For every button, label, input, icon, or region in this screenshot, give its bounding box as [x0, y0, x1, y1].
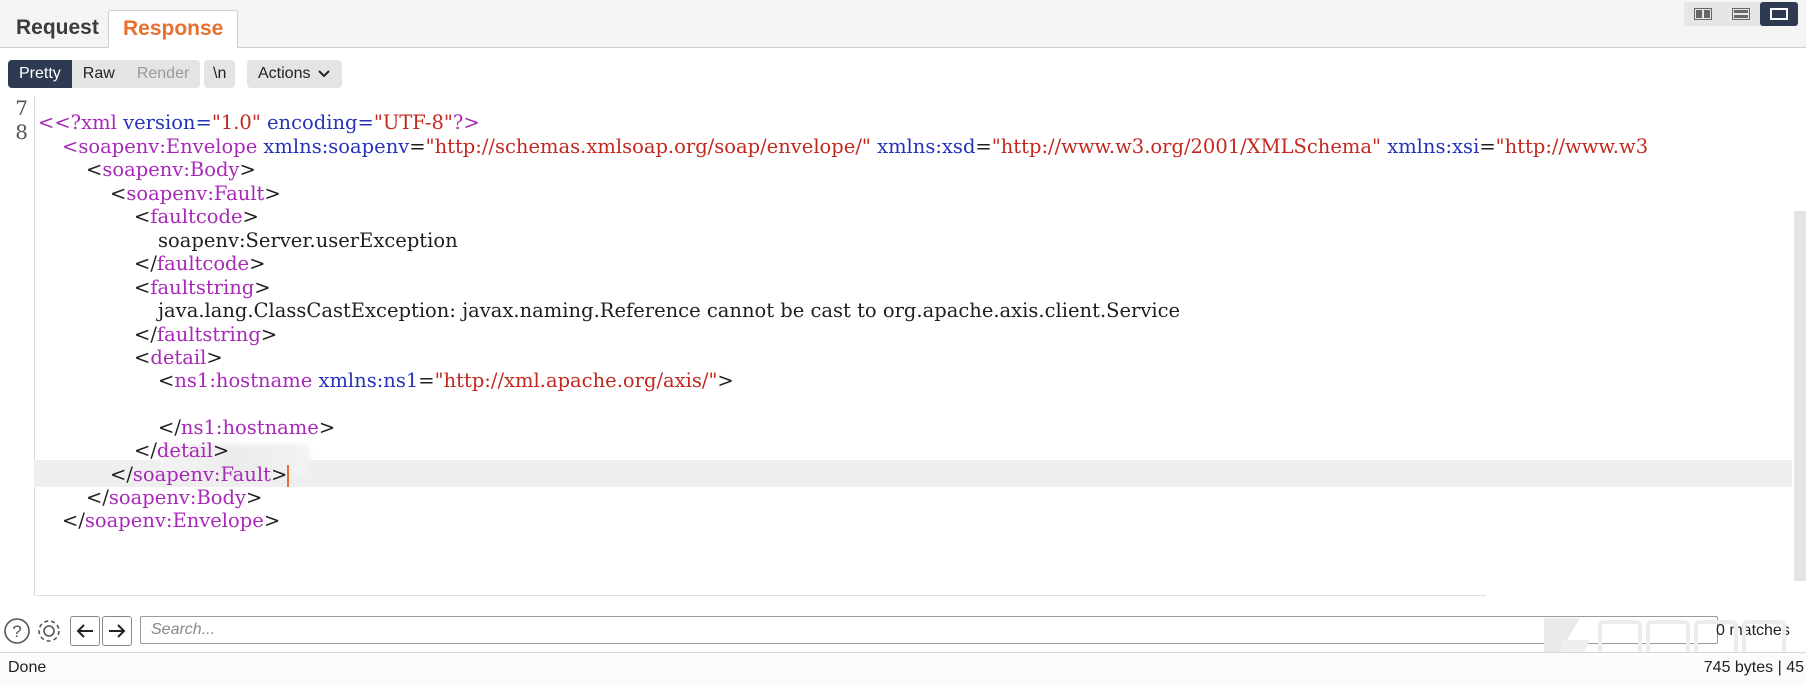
settings-button[interactable] — [34, 616, 64, 646]
code-line: <faultcode> — [134, 205, 259, 228]
code-area[interactable]: <<?xml version="1.0" encoding="UTF-8"?> … — [38, 96, 1792, 596]
tab-response[interactable]: Response — [108, 10, 239, 48]
help-button[interactable]: ? — [2, 616, 32, 646]
single-pane-button[interactable] — [1760, 2, 1798, 26]
code-line: <soapenv:Body> — [86, 158, 256, 181]
layout-toggle-group — [1684, 2, 1798, 26]
single-pane-icon — [1770, 8, 1788, 20]
code-line: </detail> — [134, 439, 230, 462]
chevron-down-icon — [318, 70, 331, 78]
split-vertical-button[interactable] — [1722, 2, 1760, 26]
next-match-button[interactable] — [102, 616, 132, 646]
previous-match-button[interactable] — [70, 616, 100, 646]
code-line: </soapenv:Envelope> — [62, 509, 281, 532]
arrow-left-icon — [76, 624, 93, 638]
search-bar: ? 0 matches — [0, 612, 1806, 650]
message-tab-bar: Request Response — [0, 0, 1806, 48]
actions-button[interactable]: Actions — [247, 60, 343, 88]
view-mode-selector: Pretty Raw Render — [8, 60, 201, 88]
code-line: <soapenv:Envelope xmlns:soapenv="http://… — [62, 135, 1649, 158]
code-line: <<?xml version="1.0" encoding="UTF-8"?> — [38, 111, 480, 134]
vertical-scrollbar[interactable] — [1794, 211, 1806, 581]
horizontal-scrollbar[interactable] — [36, 595, 1486, 596]
status-text: Done — [8, 659, 47, 676]
code-line: <ns1:hostname xmlns:ns1="http://xml.apac… — [158, 369, 734, 392]
split-vertical-icon — [1732, 8, 1750, 20]
render-button[interactable]: Render — [126, 60, 200, 88]
actions-label: Actions — [258, 65, 311, 82]
svg-text:?: ? — [12, 622, 21, 641]
response-size: 745 bytes | 45 — [1703, 659, 1804, 676]
editor-toolbar: Pretty Raw Render \n Actions — [0, 48, 1806, 94]
pretty-button[interactable]: Pretty — [8, 60, 72, 88]
match-count: 0 matches — [1716, 622, 1790, 639]
code-line: </faultcode> — [134, 252, 266, 275]
status-bar: Done 745 bytes | 45 — [0, 652, 1806, 685]
response-editor[interactable]: 7 8 <<?xml version="1.0" encoding="UTF-8… — [0, 96, 1806, 596]
tab-request[interactable]: Request — [2, 10, 113, 46]
line-number: 8 — [15, 120, 28, 144]
gear-icon — [38, 620, 60, 642]
line-number: 7 — [15, 96, 28, 120]
show-newlines-button[interactable]: \n — [204, 60, 236, 88]
split-horizontal-button[interactable] — [1684, 2, 1722, 26]
code-line: java.lang.ClassCastException: javax.nami… — [158, 299, 1181, 322]
split-horizontal-icon — [1694, 8, 1712, 20]
raw-button[interactable]: Raw — [72, 60, 126, 88]
help-icon: ? — [4, 618, 30, 644]
arrow-right-icon — [109, 624, 126, 638]
text-caret — [287, 464, 290, 487]
line-number-gutter: 7 8 — [0, 96, 35, 596]
search-input[interactable] — [140, 616, 1718, 644]
